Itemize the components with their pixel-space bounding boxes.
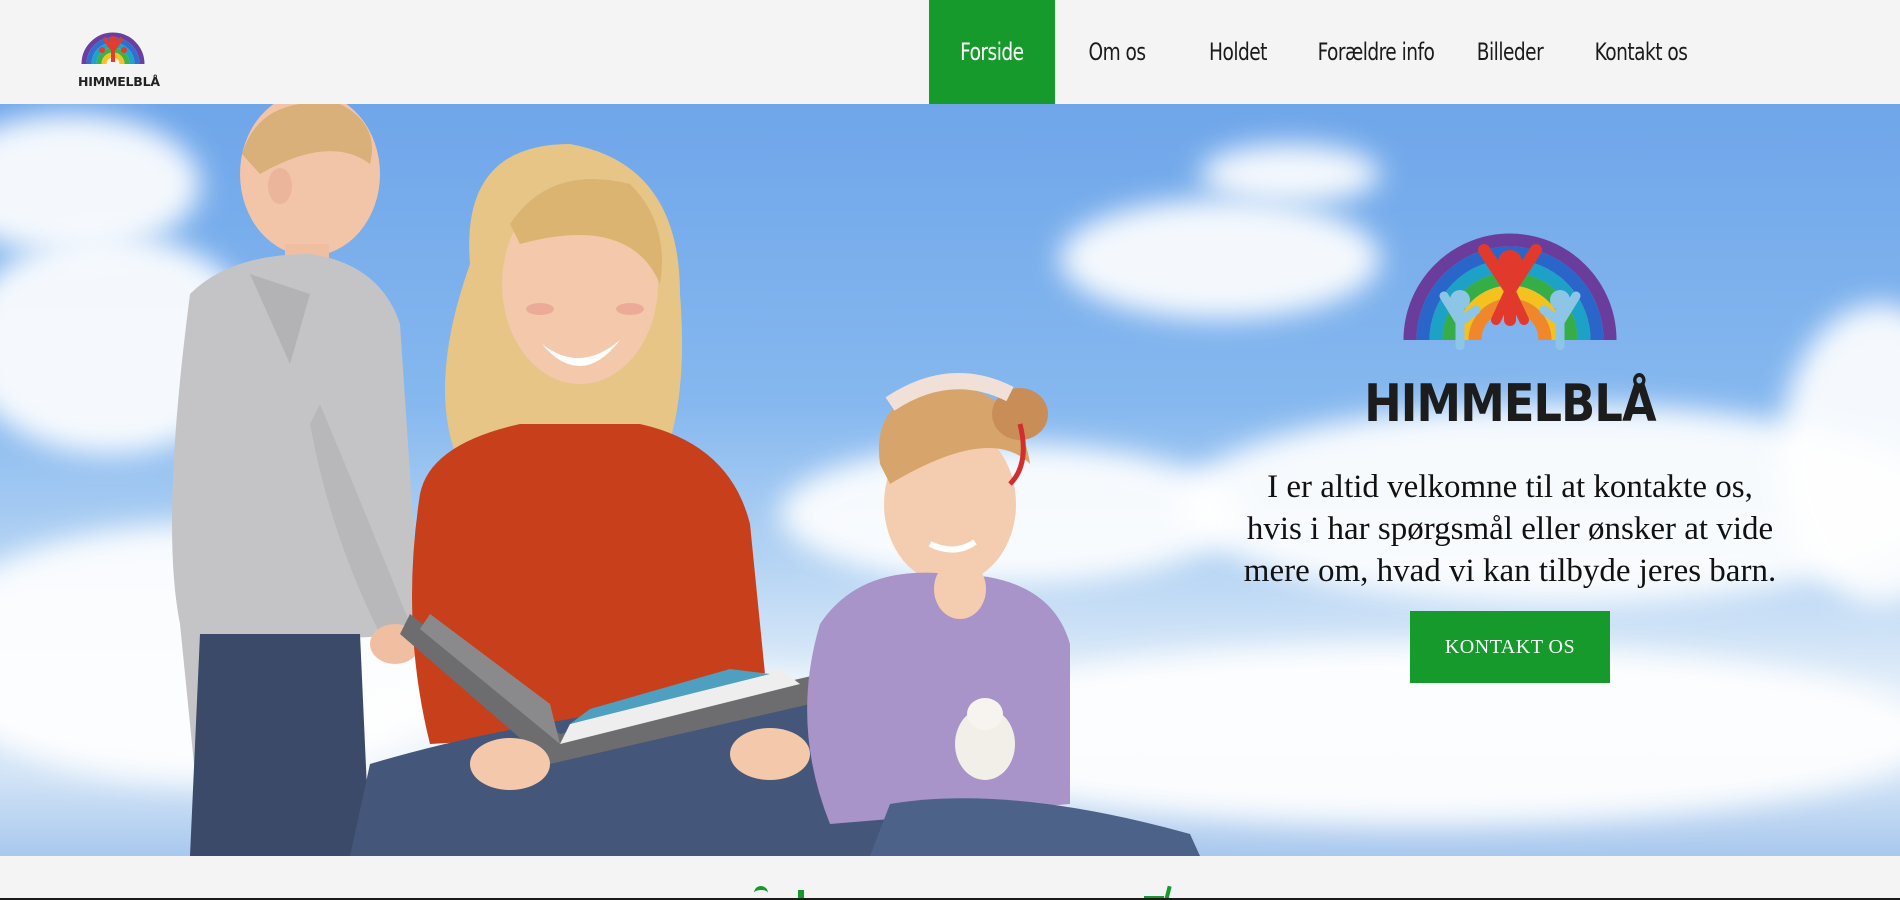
main-navigation: Forside Om os Holdet Forældre info Bille… (929, 0, 1711, 104)
nav-item-foraeldre-info[interactable]: Forældre info (1313, 0, 1439, 104)
hero-logo-wordmark: HIMMELBLÅ (1364, 374, 1656, 434)
hero-banner: HIMMELBLÅ I er altid velkomne til at kon… (0, 104, 1900, 856)
nav-item-billeder[interactable]: Billeder (1466, 0, 1554, 104)
nav-item-holdet[interactable]: Holdet (1187, 0, 1288, 104)
hero-message-line: hvis i har spørgsmål eller ønsker at vid… (1246, 511, 1774, 547)
hero-message: I er altid velkomne til at kontakte os, … (1180, 466, 1840, 592)
site-header: HIMMELBLÅ Forside Om os Holdet Forældre … (0, 0, 1900, 104)
contact-us-button[interactable]: KONTAKT OS (1410, 611, 1610, 683)
hero-logo (1400, 150, 1620, 351)
rainbow-logo-icon (81, 32, 145, 65)
nav-item-kontakt-os[interactable]: Kontakt os (1581, 0, 1701, 104)
nav-item-om-os[interactable]: Om os (1064, 0, 1171, 104)
hero-photo (170, 104, 1200, 856)
hero-content: HIMMELBLÅ I er altid velkomne til at kon… (1180, 104, 1840, 856)
nav-item-forside[interactable]: Forside (929, 0, 1055, 104)
site-logo[interactable]: HIMMELBLÅ (78, 4, 160, 92)
family-reading-image (172, 104, 1200, 856)
rainbow-logo-icon (1403, 233, 1617, 351)
logo-wordmark: HIMMELBLÅ (78, 74, 160, 89)
hero-message-line: I er altid velkomne til at kontakte os, (1267, 469, 1753, 505)
hero-message-line: mere om, hvad vi kan tilbyde jeres barn. (1243, 553, 1777, 589)
next-section-preview (0, 856, 1900, 900)
